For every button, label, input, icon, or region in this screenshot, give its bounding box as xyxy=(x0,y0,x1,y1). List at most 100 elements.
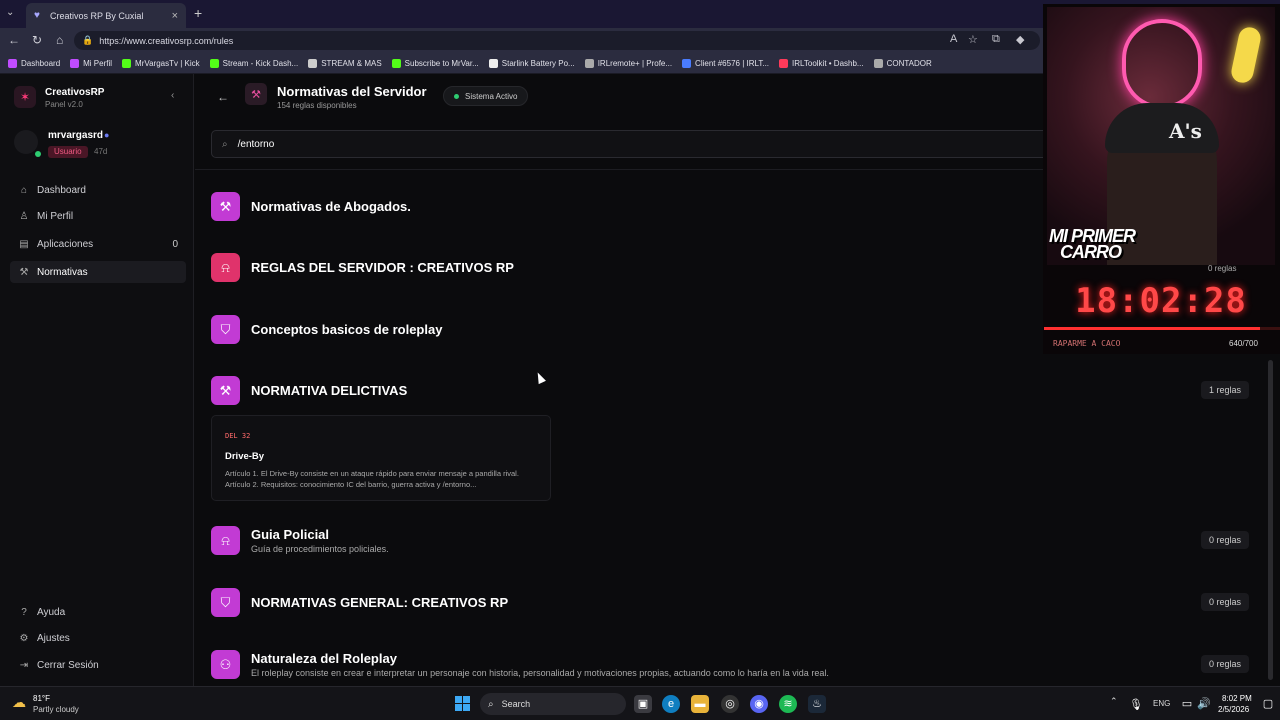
favorite-star-icon[interactable]: ☆ xyxy=(968,33,978,46)
close-tab-icon[interactable]: × xyxy=(172,10,178,22)
applications-count: 0 xyxy=(172,238,178,250)
gavel-icon: ⚒ xyxy=(211,376,240,405)
task-view-icon[interactable]: ▣ xyxy=(634,695,652,713)
weather-temp: 81°F xyxy=(33,694,50,703)
sidebar-item-label: Cerrar Sesión xyxy=(37,659,99,671)
sidebar-item-dashboard[interactable]: ⌂ Dashboard xyxy=(10,179,186,201)
taskbar: ☁ 81°F Partly cloudy ⌕ Search ▣ e ▬ ◎ ◉ … xyxy=(0,686,1280,720)
category-rule-count: 0 reglas xyxy=(1201,593,1250,611)
overlay-rules-count: 0 reglas xyxy=(1208,264,1237,273)
goal-label: RAPARME A CACO xyxy=(1053,339,1121,348)
scrollbar[interactable] xyxy=(1268,360,1273,680)
status-badge: Sistema Activo xyxy=(443,86,529,106)
bookmark-item[interactable]: IRLremote+ | Profe... xyxy=(584,58,672,68)
bookmark-item[interactable]: Starlink Battery Po... xyxy=(488,58,575,68)
bookmark-item[interactable]: MrVargasTv | Kick xyxy=(122,58,200,68)
gavel-icon: ⚒ xyxy=(211,192,240,221)
bookmark-item[interactable]: CONTADOR xyxy=(873,58,932,68)
bookmark-label: Subscribe to MrVar... xyxy=(404,58,479,68)
users-icon: ⚇ xyxy=(211,650,240,679)
category-title[interactable]: Guia Policial xyxy=(251,527,329,542)
sidebar-item-label: Normativas xyxy=(37,266,88,278)
windows-logo-icon xyxy=(455,696,462,703)
extensions-icon[interactable]: ⧉ xyxy=(992,33,1000,46)
obs-icon[interactable]: ◎ xyxy=(721,695,739,713)
bookmark-item[interactable]: STREAM & MAS xyxy=(308,58,382,68)
rule-text: Artículo 1. El Drive-By consiste en un a… xyxy=(225,469,519,489)
bookmark-item[interactable]: Stream - Kick Dash... xyxy=(209,58,298,68)
category-title[interactable]: Normativas de Abogados. xyxy=(251,199,411,214)
page-title: Normativas del Servidor xyxy=(277,84,427,99)
stream-timer: 18:02:28 xyxy=(1075,281,1247,321)
tab-list-icon[interactable]: ⌄ xyxy=(6,7,14,18)
rule-card[interactable]: DEL 32 Drive-By Artículo 1. El Drive-By … xyxy=(211,415,551,501)
sidebar-item-rules[interactable]: ⚒ Normativas xyxy=(10,261,186,283)
avatar[interactable] xyxy=(14,130,38,154)
language-indicator[interactable]: ENG xyxy=(1153,699,1170,708)
sidebar-item-settings[interactable]: ⚙ Ajustes xyxy=(10,627,186,649)
home-icon[interactable]: ⌂ xyxy=(56,33,63,47)
sidebar-item-help[interactable]: ? Ayuda xyxy=(10,601,186,623)
windows-logo-part xyxy=(463,704,470,711)
role-badge: Usuario xyxy=(48,146,88,158)
search-value: /entorno xyxy=(237,138,275,150)
bookmark-favicon-icon xyxy=(391,58,401,68)
sidebar-item-profile[interactable]: ♙ Mi Perfil xyxy=(10,205,186,227)
notifications-icon[interactable]: ▢ xyxy=(1262,695,1274,713)
bookmark-favicon-icon xyxy=(873,58,883,68)
weather-icon[interactable]: ☁ xyxy=(12,694,26,711)
document-icon: ▤ xyxy=(19,238,29,250)
reload-icon[interactable]: ↻ xyxy=(32,33,42,47)
bookmark-item[interactable]: Client #6576 | IRLT... xyxy=(682,58,770,68)
collapse-sidebar-icon[interactable]: ‹ xyxy=(171,90,174,101)
category-title[interactable]: NORMATIVA DELICTIVAS xyxy=(251,383,407,398)
file-explorer-icon[interactable]: ▬ xyxy=(691,695,709,713)
bookmark-favicon-icon xyxy=(682,58,692,68)
bookmark-label: MrVargasTv | Kick xyxy=(135,58,200,68)
start-button[interactable] xyxy=(455,696,471,712)
sidebar-item-applications[interactable]: ▤ Aplicaciones 0 xyxy=(10,233,186,255)
clock-time[interactable]: 8:02 PM xyxy=(1222,694,1252,703)
bookmark-item[interactable]: Subscribe to MrVar... xyxy=(391,58,479,68)
gavel-icon: ⚒ xyxy=(245,83,267,105)
back-arrow-icon[interactable]: ← xyxy=(217,90,229,104)
back-arrow-icon[interactable]: ← xyxy=(8,33,20,47)
overlay-title-line2: CARRO xyxy=(1060,242,1122,262)
edge-icon[interactable]: e xyxy=(662,695,680,713)
extension-icon[interactable]: ◆ xyxy=(1016,33,1024,46)
new-tab-icon[interactable]: + xyxy=(194,5,202,21)
url-field[interactable]: 🔒 https://www.creativosrp.com/rules xyxy=(74,31,1040,50)
system-tray-icons[interactable]: ⌃ xyxy=(1110,696,1118,707)
browser-tab[interactable]: ♥ Creativos RP By Cuxial × xyxy=(26,3,186,28)
clock-date[interactable]: 2/5/2026 xyxy=(1218,705,1249,714)
bookmark-label: Dashboard xyxy=(21,58,61,68)
microphone-icon[interactable]: 🎙 xyxy=(1129,696,1143,714)
rule-name: Drive-By xyxy=(225,451,265,462)
read-aloud-icon[interactable]: A xyxy=(950,33,957,45)
category-description: El roleplay consiste en crear e interpre… xyxy=(251,668,829,678)
help-icon: ? xyxy=(21,606,27,618)
search-input[interactable]: ⌕ /entorno xyxy=(211,130,1051,158)
bookmark-item[interactable]: IRLToolkit • Dashb... xyxy=(779,58,864,68)
category-title[interactable]: Conceptos basicos de roleplay xyxy=(251,322,442,337)
url-text: https://www.creativosrp.com/rules xyxy=(99,35,234,46)
category-title[interactable]: REGLAS DEL SERVIDOR : CREATIVOS RP xyxy=(251,260,514,275)
discord-app-icon[interactable]: ◉ xyxy=(750,695,768,713)
discord-icon: ● xyxy=(104,130,110,140)
taskbar-search[interactable]: ⌕ Search xyxy=(480,693,626,715)
spotify-icon[interactable]: ≋ xyxy=(779,695,797,713)
category-title[interactable]: Naturaleza del Roleplay xyxy=(251,651,397,666)
bookmark-item[interactable]: Mi Perfil xyxy=(70,58,112,68)
volume-icon[interactable]: 🔊 xyxy=(1197,695,1211,713)
category-title[interactable]: NORMATIVAS GENERAL: CREATIVOS RP xyxy=(251,595,508,610)
category-description: Guía de procedimientos policiales. xyxy=(251,544,389,554)
windows-logo-part xyxy=(455,704,462,711)
bookmark-label: CONTADOR xyxy=(886,58,932,68)
sidebar-item-logout[interactable]: ⇥ Cerrar Sesión xyxy=(10,654,186,676)
steam-icon[interactable]: ♨ xyxy=(808,695,826,713)
network-icon[interactable]: ▭ xyxy=(1180,695,1194,713)
bookmark-label: Client #6576 | IRLT... xyxy=(695,58,770,68)
brand-subtitle: Panel v2.0 xyxy=(45,100,83,109)
bookmark-item[interactable]: Dashboard xyxy=(8,58,61,68)
taskbar-search-label: Search xyxy=(501,699,531,709)
